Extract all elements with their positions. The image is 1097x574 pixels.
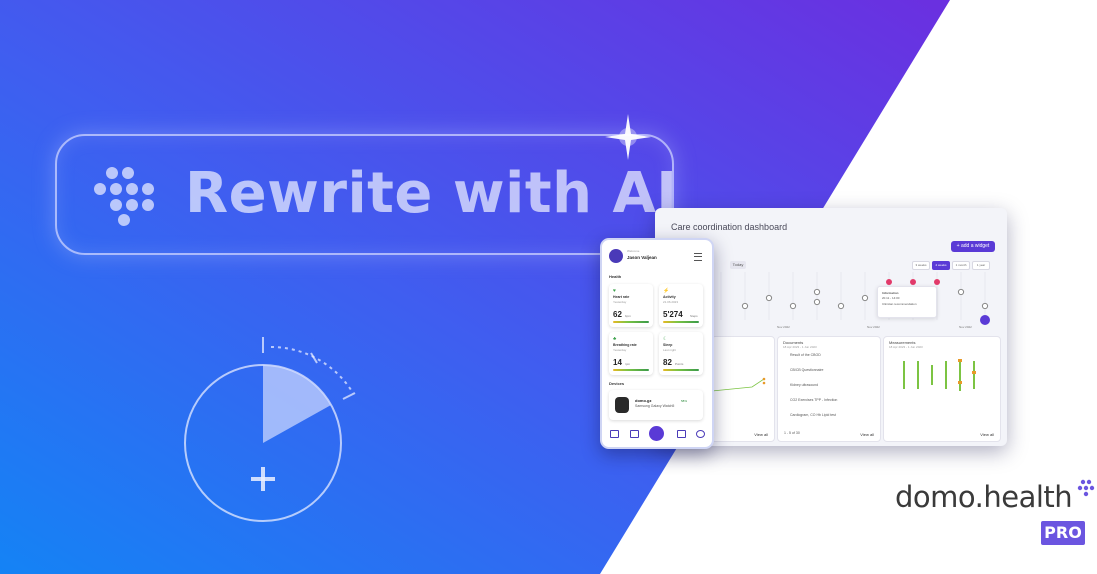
headline-text: Rewrite with AI — [185, 161, 678, 226]
devices-section-title: Devices — [609, 381, 625, 386]
document-item: CB/CB Questionnaire — [790, 368, 824, 372]
brand-logo-text: domo.health — [895, 480, 1073, 514]
timeline-chart: Nov 2022 Nov 2022 Nov 2022 — [720, 272, 990, 329]
document-item: Kidney ultrasound — [790, 383, 819, 387]
breathing-rate-card: ♣ Breathing rate Yesterday 14 rpm — [609, 332, 653, 375]
domo-logo-icon — [94, 167, 154, 226]
phone-screenshot: Welcome Jason Valjean Health ♥ Heart rat… — [600, 238, 714, 449]
card-title: Heart rate — [613, 295, 630, 299]
card-value: 14 — [613, 358, 622, 367]
range-tab: 2 weeks — [932, 261, 950, 270]
lungs-icon: ♣ — [613, 336, 617, 342]
documents-pager: 1 - 5 of 30 — [784, 431, 800, 435]
sleep-card: ☾ Sleep Last night 82 Points — [659, 332, 703, 375]
timeline-date-label: Nov 2022 — [959, 325, 972, 329]
card-title: Activity — [663, 295, 676, 299]
card-title: Breathing rate — [613, 343, 637, 347]
card-value: 82 — [663, 358, 672, 367]
brand-name-health: health — [983, 480, 1073, 514]
documents-icon — [677, 430, 686, 438]
avatar — [609, 249, 623, 263]
health-center-icon — [649, 426, 664, 441]
measurements-chart — [903, 359, 976, 391]
timer-icon — [184, 337, 356, 522]
menu-icon — [694, 253, 702, 261]
biometrics-chart — [712, 377, 766, 392]
range-tabs: 3 weeks 2 weeks 1 month 1 year — [912, 261, 990, 270]
popup-title: Information — [882, 291, 899, 295]
card-unit: Points — [675, 362, 684, 366]
card-subtitle: Yesterday — [613, 300, 627, 304]
device-model: Samsung Galaxy Watch5 — [635, 404, 675, 408]
heart-rate-card: ♥ Heart rate Yesterday 62 bpm — [609, 284, 653, 327]
sparkle-icon — [605, 114, 651, 160]
card-unit: rpm — [625, 362, 631, 366]
range-tab: 1 month — [952, 261, 970, 270]
range-bar — [663, 369, 699, 371]
dashboard-title: Care coordination dashboard — [671, 222, 788, 232]
card-value: 62 — [613, 310, 622, 319]
popup-text: Clinician recommendation — [882, 302, 917, 306]
biometrics-view-all: View all — [754, 432, 768, 437]
home-icon — [610, 430, 619, 438]
measurements-subtitle: 18 Apr 2023 - 1 Jun 2023 — [889, 345, 923, 349]
brand-mark-icon — [1077, 479, 1095, 497]
timeline-date-label: Nov 2022 — [867, 325, 880, 329]
documents-subtitle: 18 Apr 2023 - 1 Jun 2023 — [783, 345, 817, 349]
heart-icon: ♥ — [613, 288, 616, 294]
biometrics-panel: View all — [711, 336, 775, 442]
settings-icon — [696, 430, 705, 438]
card-value: 5'274 — [663, 310, 683, 319]
device-name: domo.gz — [635, 398, 652, 403]
card-subtitle: 21.06.2023 — [663, 300, 679, 304]
today-button: Today — [730, 261, 746, 269]
popup-date: 20.11 - 14:00 — [882, 296, 900, 300]
card-unit: bpm — [625, 314, 631, 318]
add-widget-button: + add a widget — [951, 241, 995, 252]
activity-icon: ⚡ — [663, 288, 670, 294]
document-item: Result of the CBOD — [790, 353, 821, 357]
user-name: Jason Valjean — [627, 255, 657, 260]
health-section-title: Health — [609, 274, 622, 279]
brand-name-domo: domo — [895, 480, 975, 514]
promo-banner: Rewrite with AI Care coordination dashbo… — [0, 0, 1097, 574]
watch-icon — [615, 397, 629, 413]
card-subtitle: Yesterday — [613, 348, 627, 352]
welcome-text: Welcome — [627, 249, 640, 253]
range-tab: 3 weeks — [912, 261, 930, 270]
pro-badge: PRO — [1041, 521, 1085, 545]
document-item: Cardiogram, CO Hb Lipid test — [790, 413, 836, 417]
range-bar — [613, 321, 649, 323]
device-card: domo.gz Samsung Galaxy Watch5 58% — [609, 390, 703, 420]
document-item: CO2 Exercises TPP - Infection — [790, 398, 838, 402]
measurements-panel: Measurements 18 Apr 2023 - 1 Jun 2023 Vi… — [883, 336, 1001, 442]
range-tab: 1 year — [972, 261, 990, 270]
timeline-popup: Information 20.11 - 14:00 Clinician reco… — [877, 286, 937, 318]
card-subtitle: Last night — [663, 348, 677, 352]
card-unit: Steps — [690, 314, 698, 318]
activity-card: ⚡ Activity 21.06.2023 5'274 Steps — [659, 284, 703, 327]
bottom-nav — [602, 424, 712, 444]
range-bar — [613, 369, 649, 371]
timeline-date-label: Nov 2022 — [777, 325, 790, 329]
measurements-view-all: View all — [980, 432, 994, 437]
calendar-icon — [630, 430, 639, 438]
documents-view-all: View all — [860, 432, 874, 437]
moon-icon: ☾ — [663, 336, 668, 342]
device-battery: 58% — [681, 399, 688, 403]
card-title: Sleep — [663, 343, 673, 347]
range-bar — [663, 321, 699, 323]
documents-panel: Documents 18 Apr 2023 - 1 Jun 2023 Resul… — [777, 336, 881, 442]
